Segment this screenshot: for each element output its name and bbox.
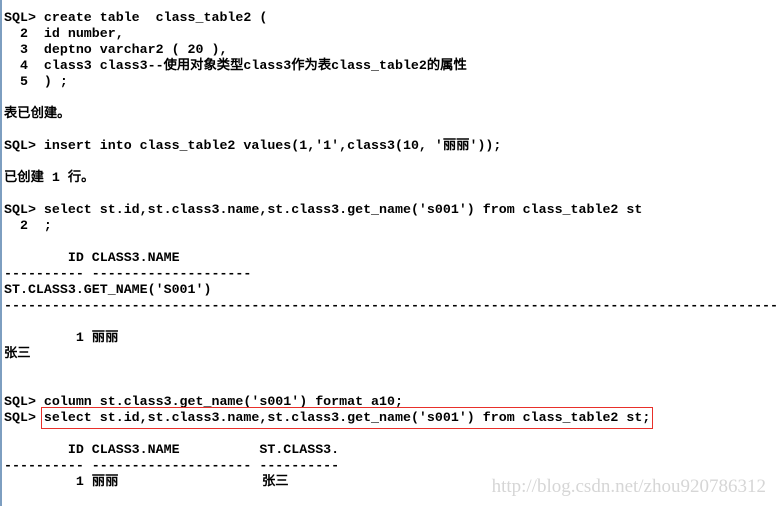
console-output-line: 已创建 1 行。: [4, 170, 95, 185]
console-output-line: 2 id number,: [4, 26, 124, 41]
sql-command-line: SQL> create table class_table2 (: [4, 10, 268, 25]
console-output-line: 2 ;: [4, 218, 52, 233]
console-output-line: ST.CLASS3.GET_NAME('S001'): [4, 282, 212, 297]
sql-command-line: SQL> select st.id,st.class3.name,st.clas…: [4, 202, 643, 217]
watermark: http://blog.csdn.net/zhou920786312: [491, 476, 766, 497]
console-output-line: ---------- -------------------- --------…: [4, 458, 340, 473]
console-output-line: ---------- --------------------: [4, 266, 252, 281]
sql-command-line: SQL> insert into class_table2 values(1,'…: [4, 138, 502, 153]
window-left-edge: [0, 0, 2, 506]
console-output-line: ID CLASS3.NAME: [4, 250, 180, 265]
console-output-line: ----------------------------------------…: [4, 298, 776, 313]
console-output-line: 3 deptno varchar2 ( 20 ),: [4, 42, 228, 57]
console-output-line: 张三: [4, 346, 31, 361]
console-output-line: ID CLASS3.NAME ST.CLASS3.: [4, 442, 340, 457]
console-output-line: 5 ) ;: [4, 74, 68, 89]
sql-command-line: SQL> select st.id,st.class3.name,st.clas…: [4, 407, 776, 429]
console-output-line: 1 丽丽: [4, 330, 119, 345]
sqlplus-console[interactable]: SQL> create table class_table2 ( 2 id nu…: [4, 10, 776, 490]
console-output-line: 表已创建。: [4, 106, 71, 121]
console-output-line: 4 class3 class3--使用对象类型class3作为表class_ta…: [4, 58, 467, 73]
